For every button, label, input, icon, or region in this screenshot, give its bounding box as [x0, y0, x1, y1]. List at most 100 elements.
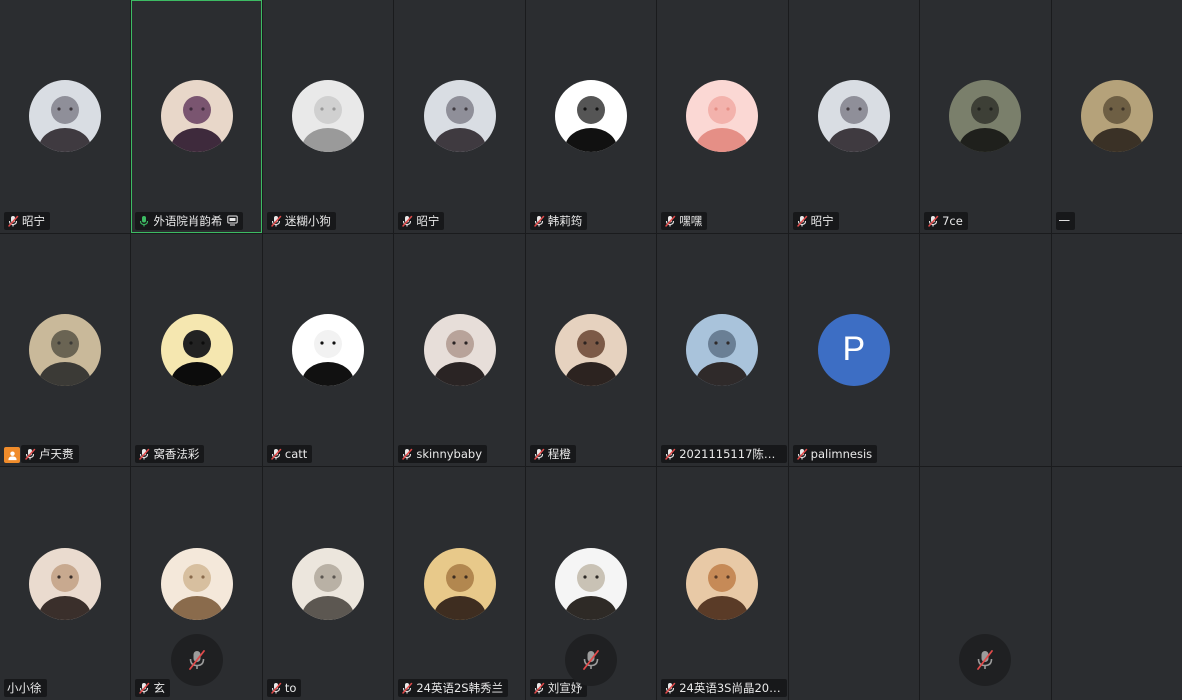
participant-name: 24英语2S韩秀兰 — [416, 681, 504, 695]
mic-muted-icon — [401, 448, 413, 461]
mic-muted-icon — [401, 215, 413, 227]
participant-nameplate: 程橙 — [529, 445, 576, 464]
screen-share-icon — [227, 215, 239, 226]
participant-avatar — [292, 547, 365, 620]
participant-tile[interactable]: 一 — [1051, 0, 1182, 233]
participant-tile[interactable] — [1051, 233, 1182, 467]
participant-tile[interactable]: 昭宁 — [394, 0, 525, 233]
participant-tile[interactable]: skinnybaby — [394, 233, 525, 467]
participant-tile[interactable] — [920, 467, 1051, 700]
mic-muted-icon — [7, 215, 19, 227]
participant-nameplate: skinnybaby — [398, 445, 488, 464]
participant-nameplate: catt — [266, 445, 313, 464]
mic-muted-icon — [270, 215, 282, 227]
participant-nameplate: palimnesis — [792, 445, 878, 464]
participant-nameplate: 昭宁 — [792, 211, 839, 230]
participant-nameplate: to — [266, 679, 302, 697]
participant-avatar — [29, 547, 102, 620]
mic-muted-icon — [533, 448, 545, 461]
participant-nameplate: 迷糊小狗 — [266, 211, 336, 230]
mic-muted-icon — [664, 682, 676, 694]
participant-avatar — [160, 313, 233, 386]
participant-avatar — [949, 80, 1022, 153]
participant-avatar — [554, 80, 627, 153]
mic-muted-icon — [533, 215, 545, 227]
participant-tile[interactable]: 卢天赉 — [0, 233, 131, 467]
mic-muted-icon — [664, 215, 676, 227]
participant-tile[interactable]: 程橙 — [525, 233, 657, 467]
participant-tile[interactable]: 玄 — [131, 467, 262, 700]
participant-tile[interactable]: 嘿嘿 — [657, 0, 788, 233]
avatar-initial: P — [842, 330, 866, 369]
participant-nameplate: 嘿嘿 — [661, 211, 708, 230]
participant-tile[interactable]: 昭宁 — [788, 0, 920, 233]
participant-tile[interactable]: to — [262, 467, 394, 700]
participant-name: 2021115117陈中婧 — [679, 447, 783, 462]
muted-overlay-icon — [170, 634, 223, 686]
participant-tile[interactable]: 迷糊小狗 — [262, 0, 394, 233]
participant-name: 玄 — [153, 681, 165, 695]
mic-muted-icon — [533, 682, 545, 694]
participant-name: 程橙 — [547, 447, 571, 462]
participant-tile[interactable]: 刘宣妤 — [525, 467, 657, 700]
participant-avatar — [292, 313, 365, 386]
mic-muted-icon — [796, 448, 808, 461]
host-badge-icon — [4, 447, 20, 464]
participant-nameplate: 韩莉筠 — [529, 211, 588, 230]
muted-overlay-icon — [959, 634, 1012, 686]
participant-name: 迷糊小狗 — [284, 213, 331, 228]
participant-avatar — [160, 547, 233, 620]
participant-name: 外语院肖韵希 — [153, 213, 223, 228]
participant-tile[interactable] — [920, 233, 1051, 467]
participant-nameplate: 昭宁 — [4, 211, 50, 230]
participant-avatar — [29, 313, 102, 386]
participant-tile[interactable]: 窝香法彩 — [131, 233, 262, 467]
participant-tile[interactable] — [788, 467, 920, 700]
participant-name: 窝香法彩 — [153, 447, 200, 462]
participant-name: 昭宁 — [22, 213, 45, 228]
participant-nameplate: 小小徐 — [4, 679, 47, 697]
participant-nameplate: 24英语3S尚晶2024... — [661, 679, 788, 697]
participant-tile[interactable]: 7ce — [920, 0, 1051, 233]
participant-tile[interactable]: 24英语2S韩秀兰 — [394, 467, 525, 700]
mic-muted-icon — [138, 682, 150, 694]
participant-grid: 昭宁 外语院肖韵希 迷糊小狗 昭宁 韩莉筠 嘿嘿 昭宁 7ce 一卢天赉 窝香法彩 catt skin… — [0, 0, 1182, 700]
participant-tile[interactable]: 韩莉筠 — [525, 0, 657, 233]
participant-avatar — [292, 80, 365, 153]
participant-nameplate: 7ce — [924, 211, 968, 230]
participant-name: 7ce — [942, 213, 963, 228]
participant-avatar — [686, 313, 759, 386]
mic-muted-icon — [927, 215, 939, 227]
participant-name: 一 — [1058, 213, 1071, 228]
mic-muted-icon — [24, 448, 36, 461]
participant-name: 昭宁 — [416, 213, 440, 228]
participant-avatar: P — [817, 313, 890, 386]
participant-avatar — [686, 80, 759, 153]
participant-name: 卢天赉 — [39, 447, 74, 462]
participant-avatar — [423, 313, 496, 386]
participant-avatar — [423, 80, 496, 153]
participant-avatar — [29, 80, 102, 153]
mic-muted-icon — [138, 448, 150, 461]
participant-name: 24英语3S尚晶2024... — [679, 681, 782, 695]
participant-tile[interactable]: 外语院肖韵希 — [131, 0, 262, 233]
participant-tile[interactable]: 昭宁 — [0, 0, 131, 233]
participant-tile[interactable]: Ppalimnesis — [788, 233, 920, 467]
mic-muted-icon — [270, 682, 282, 694]
participant-nameplate: 昭宁 — [398, 211, 445, 230]
participant-tile[interactable]: 24英语3S尚晶2024... — [657, 467, 788, 700]
participant-tile[interactable]: 小小徐 — [0, 467, 131, 700]
participant-nameplate: 2021115117陈中婧 — [661, 445, 788, 464]
participant-nameplate: 卢天赉 — [21, 445, 79, 464]
participant-nameplate: 外语院肖韵希 — [135, 211, 244, 230]
participant-nameplate: 一 — [1055, 211, 1076, 230]
mic-muted-icon — [664, 448, 676, 461]
participant-tile[interactable] — [1051, 467, 1182, 700]
participant-tile[interactable]: catt — [262, 233, 394, 467]
participant-avatar — [423, 547, 496, 620]
participant-name: palimnesis — [810, 447, 873, 462]
participant-tile[interactable]: 2021115117陈中婧 — [657, 233, 788, 467]
participant-avatar — [1080, 80, 1153, 153]
muted-overlay-icon — [564, 634, 617, 686]
participant-nameplate: 24英语2S韩秀兰 — [398, 679, 509, 697]
